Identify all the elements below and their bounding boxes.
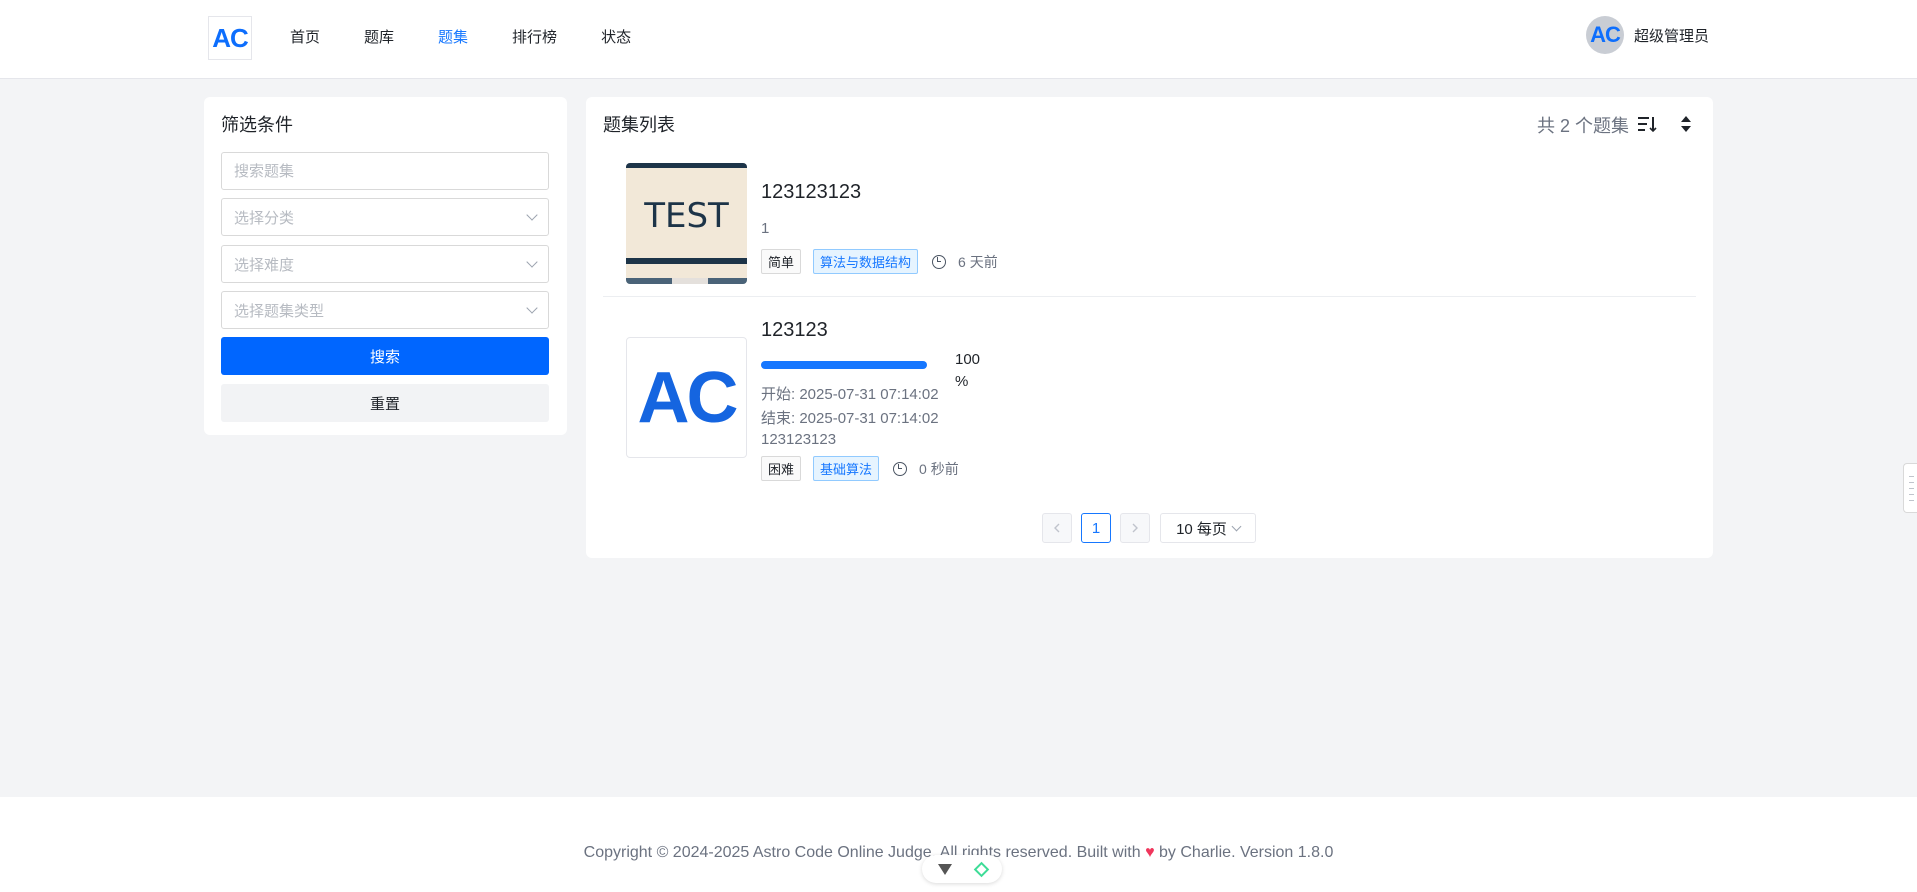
end-time: 结束: 2025-07-31 07:14:02 [761, 410, 939, 427]
user-name[interactable]: 超级管理员 [1634, 25, 1709, 46]
set-thumbnail[interactable]: AC [626, 337, 747, 458]
sort-order-icon[interactable] [1679, 114, 1693, 134]
list-item[interactable]: TEST 123123123 1 简单 算法与数据结构 6 天前 [603, 163, 1696, 297]
inspector-icon[interactable] [973, 861, 989, 877]
category-tag[interactable]: 算法与数据结构 [813, 249, 919, 274]
chevron-down-icon [526, 209, 538, 221]
clock-icon [932, 254, 947, 269]
difficulty-select[interactable]: 选择难度 [221, 245, 549, 283]
reset-button[interactable]: 重置 [221, 384, 549, 422]
set-description: 1 [761, 220, 770, 237]
filter-title: 筛选条件 [221, 115, 293, 135]
set-title[interactable]: 123123 [761, 319, 828, 342]
set-type-placeholder: 选择题集类型 [234, 302, 325, 320]
set-title[interactable]: 123123123 [761, 181, 861, 204]
top-header: AC 首页 题库 题集 排行榜 状态 AC 超级管理员 [0, 0, 1917, 79]
thumbnail-text: TEST [644, 196, 729, 236]
sort-field-icon[interactable] [1637, 115, 1657, 133]
set-description: 123123123 [761, 431, 837, 448]
time-ago: 0 秒前 [919, 460, 959, 477]
nav-home[interactable]: 首页 [290, 26, 320, 47]
total-count: 共 2 个题集 [1536, 116, 1629, 136]
set-thumbnail[interactable]: TEST [626, 163, 747, 284]
set-meta: 简单 算法与数据结构 6 天前 [761, 249, 998, 274]
difficulty-placeholder: 选择难度 [234, 256, 295, 274]
main-nav: 首页 题库 题集 排行榜 状态 [290, 26, 631, 47]
nav-problem-sets[interactable]: 题集 [438, 26, 468, 47]
chevron-left-icon [1054, 523, 1060, 533]
progress-bar [761, 361, 927, 369]
progress-percent: 100 % [955, 351, 981, 390]
category-select[interactable]: 选择分类 [221, 198, 549, 236]
category-tag[interactable]: 基础算法 [813, 456, 880, 481]
set-meta: 困难 基础算法 0 秒前 [761, 456, 959, 481]
page-size-select[interactable]: 10 每页 [1160, 513, 1256, 543]
nav-status[interactable]: 状态 [601, 26, 631, 47]
search-input[interactable] [234, 162, 536, 180]
time-ago: 6 天前 [958, 253, 998, 270]
page-size-label: 10 每页 [1176, 520, 1227, 538]
chevron-down-icon [1231, 521, 1242, 532]
prev-page-button[interactable] [1042, 513, 1072, 543]
difficulty-tag: 困难 [761, 456, 802, 481]
nav-ranking[interactable]: 排行榜 [512, 26, 557, 47]
devtools-bar[interactable] [922, 855, 1002, 883]
problem-set-list: 题集列表 共 2 个题集 TEST 123123123 1 简单 算法与数据结构… [586, 97, 1713, 558]
user-menu[interactable]: AC 超级管理员 [1585, 16, 1709, 54]
pagination: 1 10 每页 [1042, 513, 1256, 543]
page-button[interactable]: 1 [1081, 513, 1111, 543]
search-button[interactable]: 搜索 [221, 337, 549, 375]
search-field[interactable] [221, 152, 549, 190]
vue-devtools-icon[interactable] [937, 863, 952, 875]
difficulty-tag: 简单 [761, 249, 802, 274]
nav-problems[interactable]: 题库 [364, 26, 394, 47]
site-logo[interactable]: AC [208, 16, 252, 60]
chevron-down-icon [526, 256, 538, 268]
chevron-right-icon [1132, 523, 1138, 533]
start-time: 开始: 2025-07-31 07:14:02 [761, 386, 939, 403]
avatar[interactable]: AC [1585, 16, 1624, 54]
list-title: 题集列表 [603, 115, 675, 135]
chevron-down-icon [526, 302, 538, 314]
category-placeholder: 选择分类 [234, 209, 295, 227]
clock-icon [893, 461, 908, 476]
side-drawer-handle[interactable] [1903, 463, 1917, 513]
next-page-button[interactable] [1120, 513, 1150, 543]
heart-icon: ♥ [1145, 844, 1155, 861]
set-type-select[interactable]: 选择题集类型 [221, 291, 549, 329]
filter-panel: 筛选条件 选择分类 选择难度 选择题集类型 搜索 重置 [204, 97, 567, 435]
list-item[interactable]: AC 123123 100 % 开始: 2025-07-31 07:14:02 … [603, 305, 1696, 481]
